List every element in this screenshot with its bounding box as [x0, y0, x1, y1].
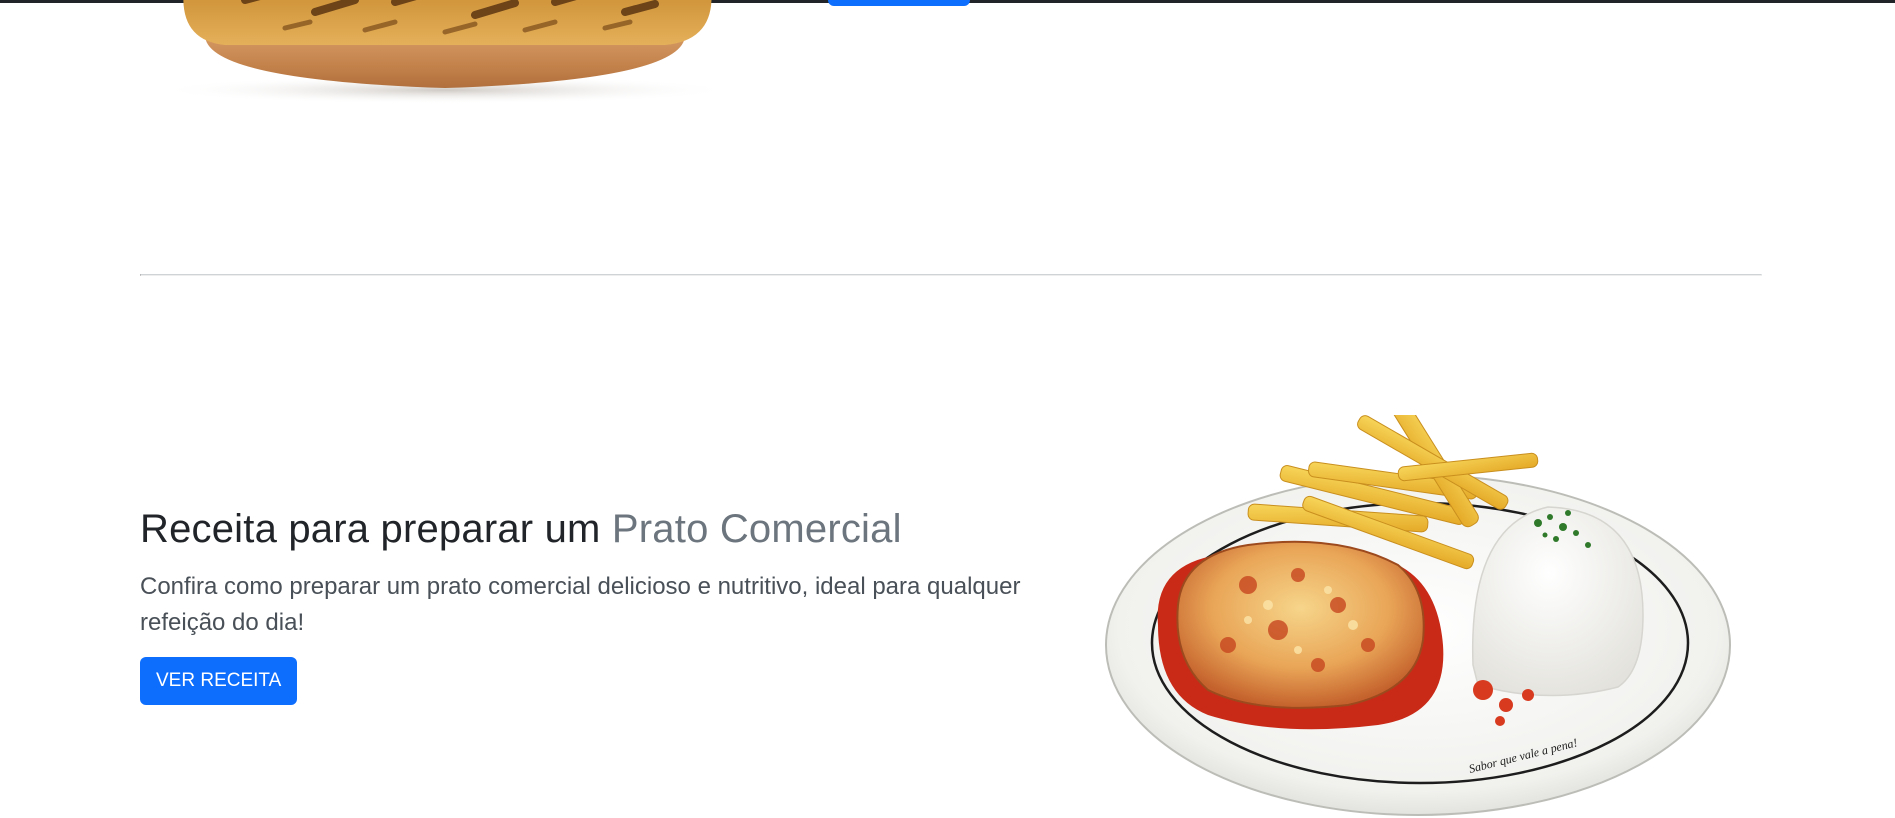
grilled-chicken-sandwich-image: [155, 0, 735, 104]
prato-comercial-image: Sabor que vale a pena!: [1105, 415, 1731, 816]
heading-main-text: Receita para preparar um: [140, 507, 612, 551]
previous-section-button[interactable]: [828, 0, 970, 6]
section-divider: [140, 274, 1762, 276]
page: Receita para preparar um Prato Comercial…: [0, 0, 1895, 818]
featurette-prato-comercial: Receita para preparar um Prato Comercial…: [140, 505, 1040, 705]
featurette-lead-text: Confira como preparar um prato comercial…: [140, 573, 1021, 636]
featurette-heading: Receita para preparar um Prato Comercial: [140, 505, 1040, 553]
heading-muted-text: Prato Comercial: [611, 507, 902, 551]
ver-receita-button[interactable]: VER RECEITA: [140, 657, 298, 705]
